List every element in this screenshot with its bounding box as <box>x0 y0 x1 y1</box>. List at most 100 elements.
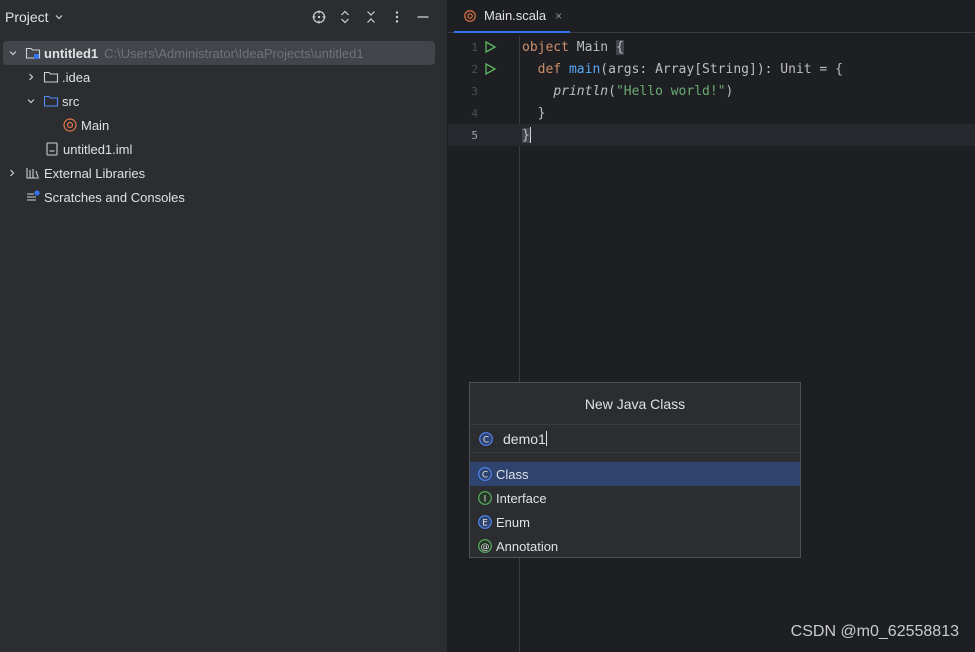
svg-text:I: I <box>484 494 487 504</box>
collapse-all-button[interactable] <box>358 7 384 27</box>
interface-icon: I <box>477 490 493 506</box>
line-number: 2 <box>471 62 478 76</box>
locate-button[interactable] <box>306 7 332 27</box>
annotation-icon: @ <box>477 538 493 554</box>
kind-label: Enum <box>496 514 530 530</box>
tree-item-scratches[interactable]: Scratches and Consoles <box>25 185 185 209</box>
code-line[interactable]: 3 println("Hello world!") <box>448 80 975 102</box>
expand-all-button[interactable] <box>332 7 358 27</box>
scratches-icon <box>25 189 41 205</box>
class-name-field[interactable]: C demo1 <box>470 425 800 453</box>
hide-icon <box>417 16 429 18</box>
class-name-input[interactable]: demo1 <box>503 430 547 447</box>
line-number: 3 <box>471 84 478 98</box>
chevron-down-icon[interactable] <box>25 95 37 107</box>
code-text: } <box>522 105 546 121</box>
hide-panel-button[interactable] <box>410 7 436 27</box>
line-number: 5 <box>471 128 478 142</box>
run-icon[interactable] <box>483 40 497 54</box>
more-options-button[interactable] <box>384 7 410 27</box>
svg-text:E: E <box>482 518 488 528</box>
svg-text:@: @ <box>481 542 490 552</box>
scala-object-icon <box>62 117 78 133</box>
svg-text:C: C <box>482 470 488 480</box>
tree-item-label: untitled1.iml <box>63 141 133 157</box>
tree-item-idea[interactable]: .idea <box>25 65 90 89</box>
project-panel-header: Project <box>0 0 447 33</box>
chevron-right-icon[interactable] <box>25 71 37 83</box>
kind-option-enum[interactable]: E Enum <box>470 510 800 534</box>
tree-item-label: Main <box>81 117 110 133</box>
tree-item-untitled1[interactable]: untitled1 C:\Users\Administrator\IdeaPro… <box>3 41 435 65</box>
code-token: ( <box>608 83 616 99</box>
code-token: Main <box>568 39 616 55</box>
kind-label: Class <box>496 466 529 482</box>
tree-item-label: Scratches and Consoles <box>44 189 185 205</box>
keyword: def <box>537 61 562 77</box>
code-token: ) <box>725 83 734 99</box>
class-icon: C <box>478 431 494 447</box>
project-path-hint: C:\Users\Administrator\IdeaProjects\unti… <box>104 45 364 61</box>
code-line[interactable]: 4 } <box>448 102 975 124</box>
keyword: object <box>522 39 569 55</box>
function-call: println <box>553 83 609 99</box>
svg-text:C: C <box>483 435 489 445</box>
string-literal: "Hello world!" <box>615 83 726 99</box>
line-number: 1 <box>471 40 478 54</box>
code-text: def main(args: Array[String]): Unit = { <box>522 62 843 77</box>
enum-icon: E <box>477 514 493 530</box>
project-panel-toolbar <box>306 7 436 27</box>
editor-tab-bar: Main.scala × <box>448 0 975 33</box>
kind-label: Interface <box>496 490 547 506</box>
run-icon[interactable] <box>483 62 497 76</box>
library-icon <box>25 165 41 181</box>
locate-icon <box>312 10 326 24</box>
tree-item-iml[interactable]: untitled1.iml <box>44 137 132 161</box>
expand-all-icon <box>341 10 349 24</box>
chevron-right-icon[interactable] <box>6 167 18 179</box>
class-name-value: demo1 <box>503 430 546 447</box>
tree-item-label: src <box>62 93 80 109</box>
code-line[interactable]: 1 object Main { <box>448 36 975 58</box>
tree-item-label: untitled1 <box>44 45 99 61</box>
code-line-current[interactable]: 5 } <box>448 124 975 146</box>
tab-label: Main.scala <box>484 8 547 23</box>
dialog-title: New Java Class <box>470 383 800 425</box>
brace-token: } <box>522 127 530 143</box>
code-text: } <box>522 127 531 143</box>
code-text: println("Hello world!") <box>522 84 733 99</box>
tree-item-label: .idea <box>62 69 91 85</box>
function-name: main <box>561 61 601 77</box>
class-icon: C <box>477 466 493 482</box>
tab-main-scala[interactable]: Main.scala × <box>454 0 571 33</box>
folder-icon <box>43 69 59 85</box>
code-line[interactable]: 2 def main(args: Array[String]): Unit = … <box>448 58 975 80</box>
close-icon[interactable]: × <box>555 9 562 23</box>
project-panel-title: Project <box>5 8 49 25</box>
brace-token: { <box>615 39 624 55</box>
iml-file-icon <box>44 141 60 157</box>
scala-object-icon <box>462 8 478 24</box>
kind-option-interface[interactable]: I Interface <box>470 486 800 510</box>
project-view-selector[interactable]: Project <box>5 9 64 25</box>
tree-item-src[interactable]: src <box>25 89 79 113</box>
tree-item-external-libraries[interactable]: External Libraries <box>6 161 145 185</box>
tree-item-main[interactable]: Main <box>62 113 109 137</box>
text-caret <box>529 127 531 143</box>
source-folder-icon <box>43 93 59 109</box>
text-caret <box>545 430 547 446</box>
chevron-down-icon[interactable] <box>7 47 19 59</box>
kind-option-class[interactable]: C Class <box>470 462 800 486</box>
code-token: (args: Array[String]): Unit = { <box>600 61 843 77</box>
more-options-icon <box>395 11 399 23</box>
new-java-class-dialog: New Java Class C demo1 C Class I Interfa… <box>469 382 801 558</box>
watermark: CSDN @m0_62558813 <box>790 623 959 640</box>
project-tool-window: Project untitled1 C:\Users\Administrator… <box>0 0 447 652</box>
line-number: 4 <box>471 106 478 120</box>
code-text: object Main { <box>522 39 624 55</box>
chevron-down-icon <box>55 14 63 19</box>
collapse-all-icon <box>367 11 375 23</box>
kind-option-annotation[interactable]: @ Annotation <box>470 534 800 558</box>
